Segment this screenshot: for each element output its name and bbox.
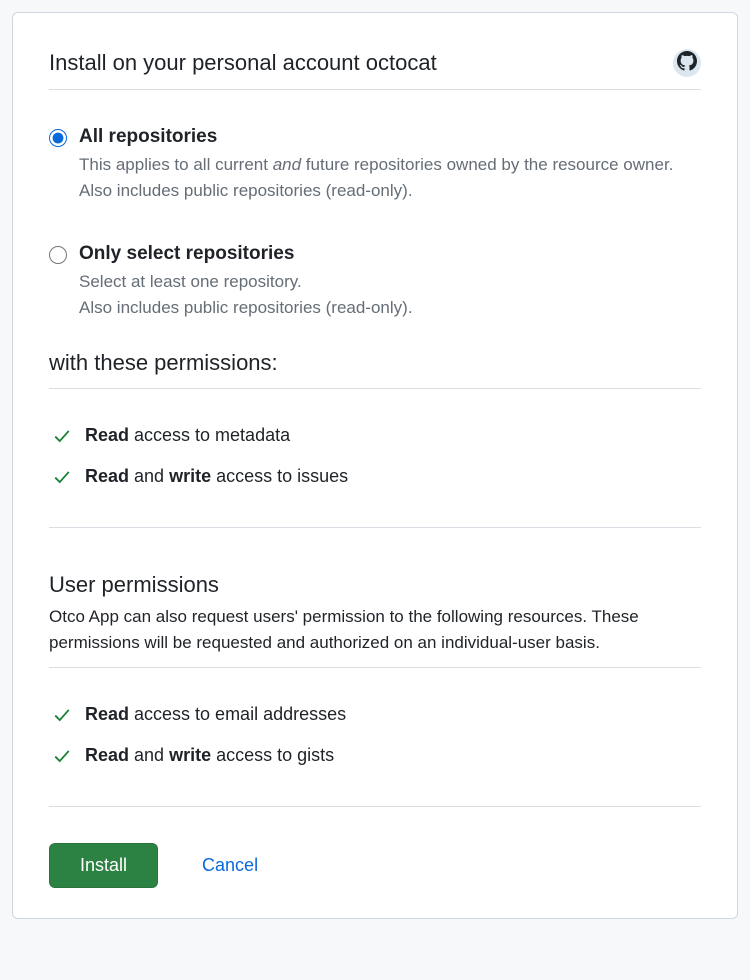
- install-button[interactable]: Install: [49, 843, 158, 888]
- permission-item: Read and write access to gists: [49, 745, 701, 766]
- permission-text: Read access to email addresses: [85, 704, 346, 725]
- check-icon: [53, 468, 71, 486]
- permission-text: Read access to metadata: [85, 425, 290, 446]
- permission-item: Read access to email addresses: [49, 704, 701, 725]
- avatar[interactable]: [673, 49, 701, 77]
- radio-select-desc-line2: Also includes public repositories (read-…: [79, 298, 413, 317]
- radio-all-body: All repositories This applies to all cur…: [79, 126, 701, 203]
- radio-all-desc-line2: Also includes public repositories (read-…: [79, 181, 413, 200]
- perm-mid: and: [129, 466, 169, 486]
- perm-rest: access to gists: [211, 745, 334, 765]
- page-title: Install on your personal account octocat: [49, 50, 437, 76]
- check-icon: [53, 706, 71, 724]
- perm-rest: access to metadata: [129, 425, 290, 445]
- octocat-icon: [677, 51, 697, 76]
- radio-all-repositories-input[interactable]: [49, 129, 67, 147]
- header-row: Install on your personal account octocat: [49, 49, 701, 90]
- radio-all-desc-em: and: [273, 155, 301, 174]
- permission-item: Read access to metadata: [49, 425, 701, 446]
- radio-all-desc-pre: This applies to all current: [79, 155, 273, 174]
- repo-scope-group: All repositories This applies to all cur…: [49, 126, 701, 320]
- radio-all-desc-post: future repositories owned by the resourc…: [301, 155, 673, 174]
- perm-mid: and: [129, 745, 169, 765]
- permissions-list: Read access to metadata Read and write a…: [49, 425, 701, 487]
- check-icon: [53, 427, 71, 445]
- perm-bold: Read: [85, 425, 129, 445]
- perm-bold2: write: [169, 745, 211, 765]
- permission-text: Read and write access to issues: [85, 466, 348, 487]
- radio-select-desc-line1: Select at least one repository.: [79, 272, 302, 291]
- radio-all-label: All repositories: [79, 126, 701, 148]
- perm-bold: Read: [85, 704, 129, 724]
- actions-row: Install Cancel: [49, 843, 701, 888]
- user-permissions-section: User permissions Otco App can also reque…: [49, 572, 701, 807]
- divider: [49, 527, 701, 528]
- user-permissions-header: User permissions Otco App can also reque…: [49, 572, 701, 668]
- check-icon: [53, 747, 71, 765]
- perm-bold: Read: [85, 466, 129, 486]
- permission-item: Read and write access to issues: [49, 466, 701, 487]
- permission-text: Read and write access to gists: [85, 745, 334, 766]
- perm-rest: access to email addresses: [129, 704, 346, 724]
- perm-bold: Read: [85, 745, 129, 765]
- divider: [49, 806, 701, 807]
- user-permissions-subtext: Otco App can also request users' permiss…: [49, 604, 701, 667]
- permissions-heading: with these permissions:: [49, 350, 701, 389]
- radio-select-desc: Select at least one repository. Also inc…: [79, 269, 701, 320]
- radio-select-body: Only select repositories Select at least…: [79, 243, 701, 320]
- perm-bold2: write: [169, 466, 211, 486]
- radio-select-repositories-input[interactable]: [49, 246, 67, 264]
- radio-all-repositories[interactable]: All repositories This applies to all cur…: [49, 126, 701, 203]
- radio-select-repositories[interactable]: Only select repositories Select at least…: [49, 243, 701, 320]
- perm-rest: access to issues: [211, 466, 348, 486]
- radio-select-label: Only select repositories: [79, 243, 701, 265]
- radio-all-desc: This applies to all current and future r…: [79, 152, 701, 203]
- cancel-button[interactable]: Cancel: [202, 855, 258, 876]
- user-permissions-heading: User permissions: [49, 572, 701, 598]
- user-permissions-list: Read access to email addresses Read and …: [49, 704, 701, 766]
- install-card: Install on your personal account octocat…: [12, 12, 738, 919]
